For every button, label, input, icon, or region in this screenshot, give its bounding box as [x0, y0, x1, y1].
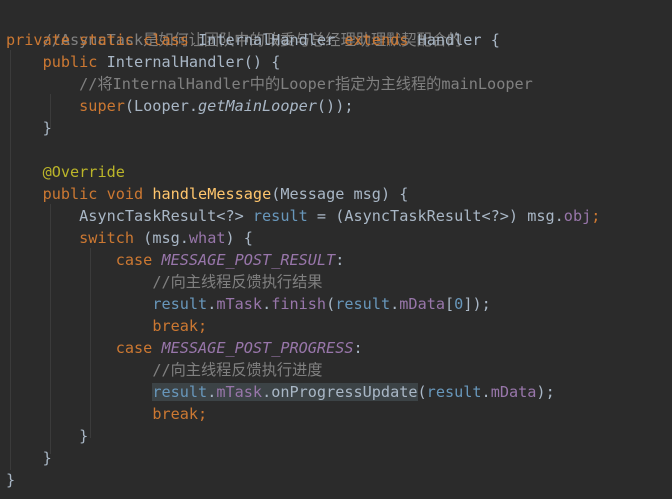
semicolon: ;	[198, 405, 208, 423]
code-line-21: }	[6, 447, 52, 469]
keyword-break: break	[152, 405, 199, 423]
field-mData: mData	[490, 383, 537, 401]
comment: //向主线程反馈执行结果	[152, 273, 323, 291]
dot: .	[262, 295, 272, 313]
variable-result: result	[152, 383, 208, 401]
keyword-case: case	[115, 251, 153, 269]
semicolon: ;	[198, 317, 208, 335]
brace: }	[42, 449, 52, 467]
code-line-15: break;	[6, 315, 207, 337]
bracket: [	[445, 295, 455, 313]
code-line-17: //向主线程反馈执行进度	[6, 359, 322, 381]
code-line-8: @Override	[6, 161, 125, 183]
variable-result: result	[152, 295, 208, 313]
code-line-9: public void handleMessage(Message msg) {	[6, 183, 409, 205]
dot: .	[207, 295, 217, 313]
close-punct: ]);	[463, 295, 491, 313]
code-editor[interactable]: //AsyncTask是如何让团队中的政委与总经理助理默契配合的 private…	[0, 0, 672, 499]
punctuation: ());	[316, 97, 354, 115]
code-line-18: result.mTask.onProgressUpdate(result.mDa…	[6, 381, 555, 403]
paren: (	[326, 295, 336, 313]
code-line-13: //向主线程反馈执行结果	[6, 271, 322, 293]
code-line-2: private static class InternalHandler ext…	[6, 29, 500, 51]
type-name: AsyncTaskResult<?>	[79, 207, 253, 225]
keyword-static: static	[79, 31, 135, 49]
switch-close: ) {	[225, 229, 253, 247]
constant-message-post-progress: MESSAGE_POST_PROGRESS	[161, 339, 354, 357]
params: (Message msg) {	[271, 185, 409, 203]
close-punct: );	[536, 383, 555, 401]
constructor-name: InternalHandler	[106, 53, 244, 71]
keyword-switch: switch	[79, 229, 135, 247]
method-handleMessage: handleMessage	[152, 185, 272, 203]
code-line-6: }	[6, 117, 52, 139]
annotation-override: @Override	[42, 163, 125, 181]
keyword-void: void	[106, 185, 144, 203]
brace: {	[490, 31, 500, 49]
variable-result: result	[426, 383, 482, 401]
colon: :	[353, 339, 363, 357]
field-mTask: mTask	[216, 383, 263, 401]
code-line-5: super(Looper.getMainLooper());	[6, 95, 353, 117]
variable-result: result	[252, 207, 308, 225]
variable-result: result	[335, 295, 391, 313]
code-line-20: }	[6, 425, 88, 447]
looper-ref: (Looper.	[124, 97, 199, 115]
dot: .	[481, 383, 491, 401]
keyword-public: public	[42, 53, 98, 71]
code-line-3: public InternalHandler() {	[6, 51, 281, 73]
code-line-1: //AsyncTask是如何让团队中的政委与总经理助理默契配合的	[6, 7, 463, 49]
keyword-case: case	[115, 339, 153, 357]
brace: }	[79, 427, 89, 445]
dot: .	[207, 383, 217, 401]
code-line-22: }	[6, 469, 15, 491]
field-mData: mData	[399, 295, 445, 313]
field-obj: obj	[563, 207, 592, 225]
keyword-break: break	[152, 317, 199, 335]
parens-brace: () {	[243, 53, 281, 71]
comment: //将InternalHandler中的Looper指定为主线程的mainLoo…	[79, 75, 533, 93]
semicolon: ;	[591, 207, 601, 225]
method-getMainLooper: getMainLooper	[198, 97, 317, 115]
keyword-private: private	[6, 31, 71, 49]
cast-expr: = (AsyncTaskResult<?>) msg.	[307, 207, 564, 225]
paren: (	[417, 383, 427, 401]
code-line-10: AsyncTaskResult<?> result = (AsyncTaskRe…	[6, 205, 600, 227]
constant-message-post-result: MESSAGE_POST_RESULT	[161, 251, 336, 269]
code-line-19: break;	[6, 403, 207, 425]
code-line-14: result.mTask.finish(result.mData[0]);	[6, 293, 491, 315]
dot: .	[390, 295, 400, 313]
switch-expr: (msg.	[134, 229, 189, 247]
code-line-12: case MESSAGE_POST_RESULT:	[6, 249, 345, 271]
superclass-name: Handler	[417, 31, 482, 49]
code-line-16: case MESSAGE_POST_PROGRESS:	[6, 337, 363, 359]
class-name: InternalHandler	[198, 31, 336, 49]
method-onProgressUpdate: .onProgressUpdate	[262, 383, 418, 401]
field-mTask: mTask	[216, 295, 263, 313]
code-line-4: //将InternalHandler中的Looper指定为主线程的mainLoo…	[6, 73, 533, 95]
field-what: what	[188, 229, 226, 247]
method-finish: finish	[271, 295, 327, 313]
brace: }	[42, 119, 52, 137]
code-line-11: switch (msg.what) {	[6, 227, 253, 249]
brace: }	[6, 471, 16, 489]
keyword-extends: extends	[344, 31, 409, 49]
keyword-super: super	[79, 97, 125, 115]
comment: //向主线程反馈执行进度	[152, 361, 323, 379]
keyword-public: public	[42, 185, 98, 203]
keyword-class: class	[143, 31, 189, 49]
number-zero: 0	[454, 295, 464, 313]
colon: :	[335, 251, 345, 269]
